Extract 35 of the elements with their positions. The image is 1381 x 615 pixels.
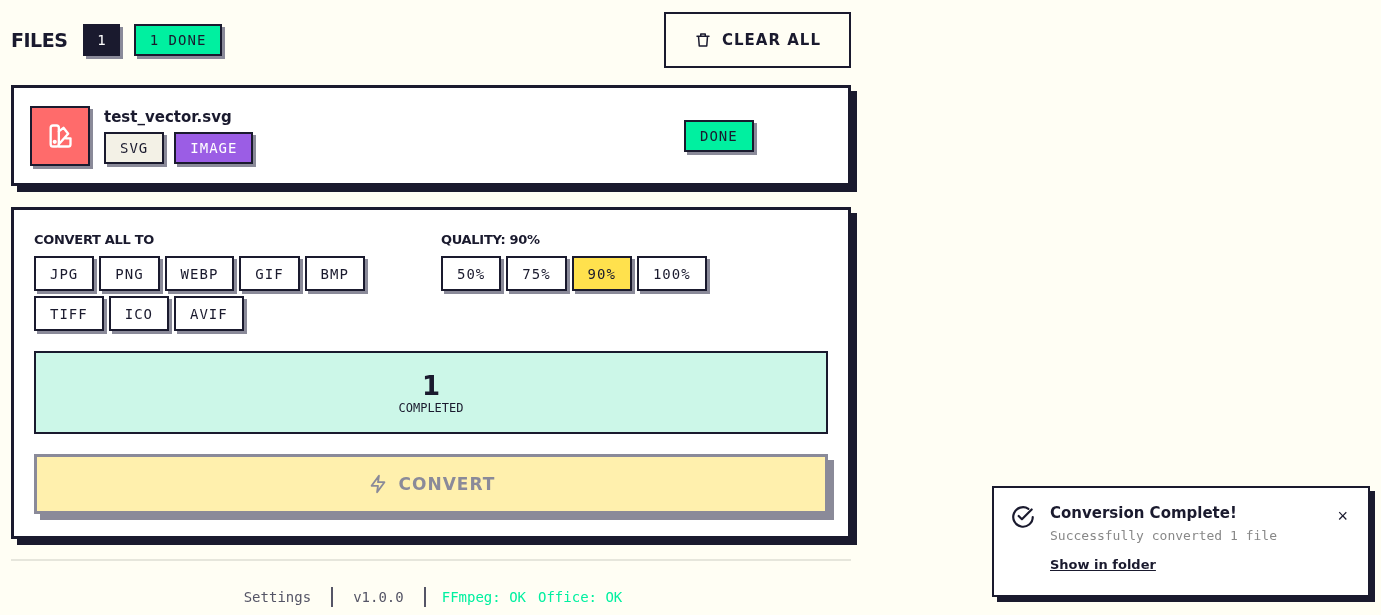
file-type-icon xyxy=(30,105,90,166)
format-option[interactable]: BMP xyxy=(304,256,365,291)
quality-option[interactable]: 50% xyxy=(441,256,502,291)
format-option[interactable]: TIFF xyxy=(34,296,104,331)
show-in-folder-link[interactable]: Show in folder xyxy=(1050,557,1156,572)
quality-option[interactable]: 100% xyxy=(636,256,707,291)
section-label: CONVERT ALL TO xyxy=(34,232,156,247)
format-option[interactable]: PNG xyxy=(99,256,160,291)
status-text: Office: OK xyxy=(537,589,624,605)
status-badge: DONE xyxy=(684,119,754,152)
quality-option[interactable]: 90% xyxy=(571,256,632,291)
file-tag: IMAGE xyxy=(174,131,254,164)
settings-link[interactable]: Settings xyxy=(233,589,322,605)
files-heading: FILES xyxy=(11,29,68,51)
trash-icon xyxy=(694,31,713,49)
status-text: FFmpeg: OK xyxy=(440,589,527,605)
file-name: test_vector.svg xyxy=(104,107,233,126)
close-button[interactable]: × xyxy=(1333,504,1352,528)
version-text: v1.0.0 xyxy=(352,589,405,605)
format-option[interactable]: GIF xyxy=(239,256,300,291)
section-label: QUALITY: 90% xyxy=(441,232,541,247)
done-count-badge: 1 DONE xyxy=(133,24,223,56)
file-count-badge: 1 xyxy=(83,24,120,56)
completed-label: COMPLETED xyxy=(398,400,464,415)
format-option[interactable]: AVIF xyxy=(174,296,244,331)
check-circle-icon xyxy=(1010,504,1036,530)
format-option[interactable]: WEBP xyxy=(164,256,235,291)
file-tag: SVG xyxy=(104,131,165,164)
format-option[interactable]: ICO xyxy=(108,296,169,331)
format-option[interactable]: JPG xyxy=(34,256,95,291)
toast-title: Conversion Complete! xyxy=(1050,504,1238,522)
quality-option[interactable]: 75% xyxy=(506,256,567,291)
completed-count: 1 xyxy=(421,370,441,401)
toast-message: Successfully converted 1 file xyxy=(1050,528,1278,543)
clear-all-button[interactable]: CLEAR ALL xyxy=(664,12,851,68)
